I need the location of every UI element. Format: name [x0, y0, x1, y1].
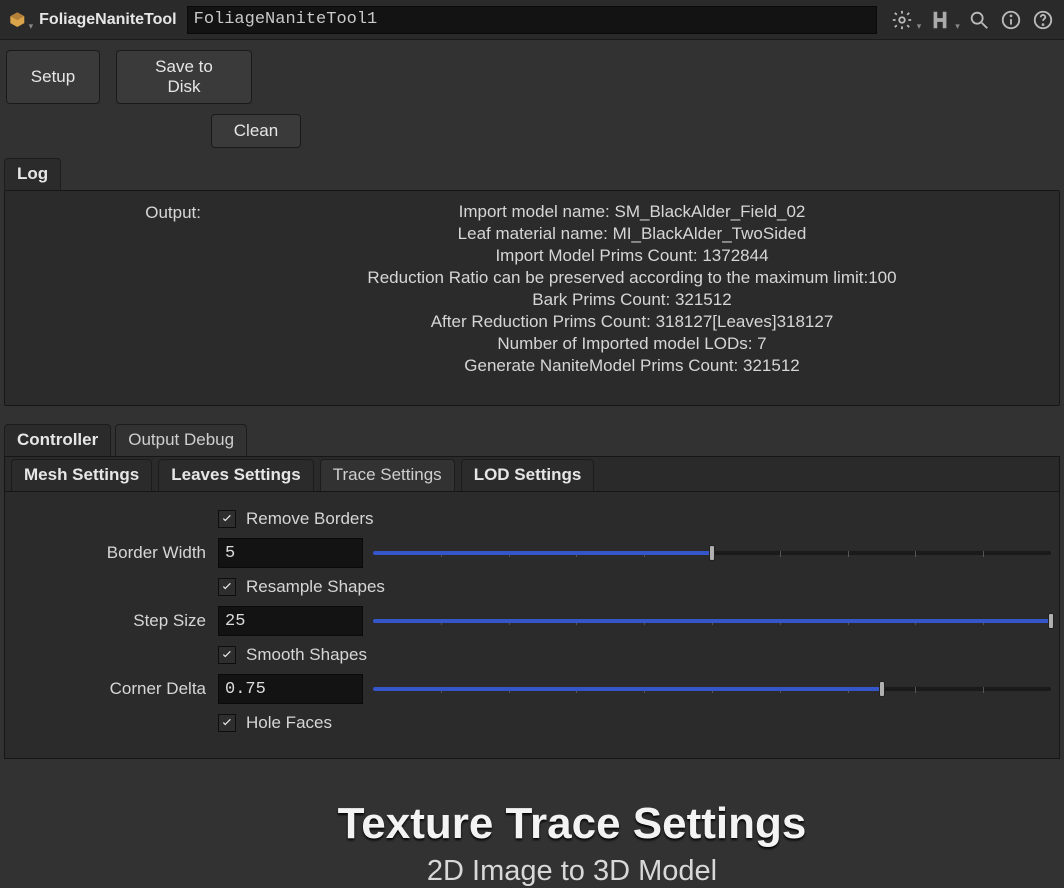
log-tabbar: Log	[0, 158, 1064, 190]
chevron-down-icon[interactable]: ▾	[917, 21, 922, 32]
corner-delta-label: Corner Delta	[13, 679, 218, 699]
tab-leaves-settings[interactable]: Leaves Settings	[158, 459, 313, 491]
resample-shapes-checkbox[interactable]	[218, 578, 236, 596]
save-to-disk-button[interactable]: Save to Disk	[116, 50, 252, 104]
tab-trace-settings[interactable]: Trace Settings	[320, 459, 455, 491]
box-icon	[8, 10, 27, 30]
hole-faces-label: Hole Faces	[246, 713, 332, 733]
setup-button[interactable]: Setup	[6, 50, 100, 104]
settings-tabbar: Mesh Settings Leaves Settings Trace Sett…	[4, 456, 1060, 491]
smooth-shapes-label: Smooth Shapes	[246, 645, 367, 665]
info-icon[interactable]	[998, 6, 1024, 34]
h-logo-icon[interactable]	[927, 6, 953, 34]
controller-tabbar: Controller Output Debug	[0, 424, 1064, 456]
search-icon[interactable]	[966, 6, 992, 34]
log-panel: Output: Import model name: SM_BlackAlder…	[4, 190, 1060, 406]
log-line: Number of Imported model LODs: 7	[211, 333, 1053, 355]
trace-settings-panel: Remove Borders Border Width Resample Sha…	[4, 491, 1060, 759]
tab-lod-settings[interactable]: LOD Settings	[461, 459, 595, 491]
resample-shapes-label: Resample Shapes	[246, 577, 385, 597]
node-name-input[interactable]	[187, 6, 877, 34]
log-line: Bark Prims Count: 321512	[211, 289, 1053, 311]
tab-output-debug[interactable]: Output Debug	[115, 424, 247, 456]
output-text: Import model name: SM_BlackAlder_Field_0…	[211, 201, 1053, 377]
gear-icon[interactable]	[889, 6, 915, 34]
remove-borders-label: Remove Borders	[246, 509, 374, 529]
log-line: Import model name: SM_BlackAlder_Field_0…	[211, 201, 1053, 223]
top-bar: ▾ FoliageNaniteTool ▾ ▾	[0, 0, 1064, 40]
corner-delta-input[interactable]	[218, 674, 363, 704]
step-size-input[interactable]	[218, 606, 363, 636]
button-row-2: Clean	[0, 104, 1064, 148]
tab-controller[interactable]: Controller	[4, 424, 111, 456]
corner-delta-slider[interactable]	[373, 682, 1051, 696]
step-size-slider[interactable]	[373, 614, 1051, 628]
button-row: Setup Save to Disk	[0, 40, 1064, 104]
log-line: Import Model Prims Count: 1372844	[211, 245, 1053, 267]
remove-borders-checkbox[interactable]	[218, 510, 236, 528]
tab-log[interactable]: Log	[4, 158, 61, 190]
output-label: Output:	[11, 201, 211, 377]
tab-mesh-settings[interactable]: Mesh Settings	[11, 459, 152, 491]
log-line: Reduction Ratio can be preserved accordi…	[211, 267, 1053, 289]
border-width-input[interactable]	[218, 538, 363, 568]
log-line: Generate NaniteModel Prims Count: 321512	[211, 355, 1053, 377]
help-icon[interactable]	[1030, 6, 1056, 34]
tool-title: FoliageNaniteTool	[39, 11, 176, 29]
step-size-label: Step Size	[13, 611, 218, 631]
hero-subtitle: 2D Image to 3D Model	[0, 855, 1064, 888]
hole-faces-checkbox[interactable]	[218, 714, 236, 732]
border-width-slider[interactable]	[373, 546, 1051, 560]
border-width-label: Border Width	[13, 543, 218, 563]
log-line: Leaf material name: MI_BlackAlder_TwoSid…	[211, 223, 1053, 245]
clean-button[interactable]: Clean	[211, 114, 301, 148]
log-line: After Reduction Prims Count: 318127[Leav…	[211, 311, 1053, 333]
smooth-shapes-checkbox[interactable]	[218, 646, 236, 664]
hero-title-block: Texture Trace Settings 2D Image to 3D Mo…	[0, 799, 1064, 888]
hero-title: Texture Trace Settings	[0, 799, 1064, 849]
chevron-down-icon[interactable]: ▾	[955, 21, 960, 32]
chevron-down-icon[interactable]: ▾	[29, 21, 34, 32]
